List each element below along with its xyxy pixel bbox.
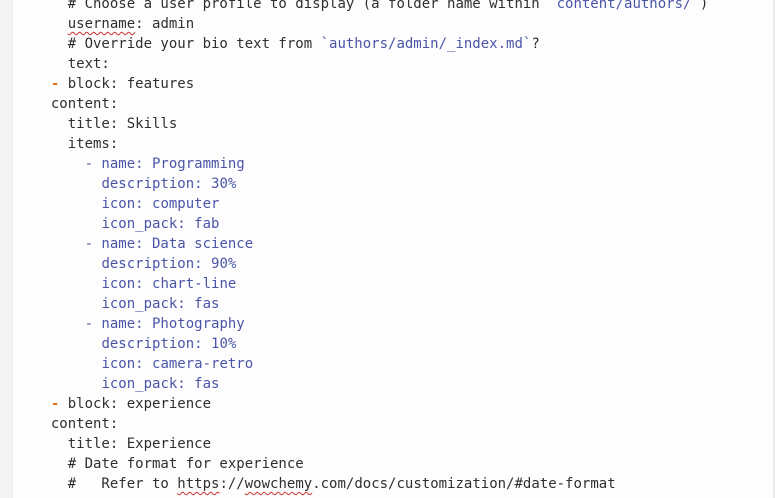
code-token: : admin xyxy=(135,16,195,32)
code-token: block: experience xyxy=(67,396,212,412)
misspelled-word: wowchemy xyxy=(244,476,313,492)
list-dash: - xyxy=(50,396,68,412)
code-line[interactable]: # Refer to https://wowchemy.com/docs/cus… xyxy=(0,474,775,494)
code-token: title: Experience xyxy=(67,436,212,452)
code-line[interactable]: title: Experience xyxy=(0,434,775,454)
code-line[interactable]: title: Skills xyxy=(0,114,775,134)
code-token: icon: camera-retro xyxy=(101,356,254,372)
code-line[interactable]: icon: chart-line xyxy=(0,274,775,294)
code-token: block: features xyxy=(67,76,195,92)
code-line[interactable]: icon: computer xyxy=(0,194,775,214)
code-token: description: 10% xyxy=(101,336,237,352)
code-token: items: xyxy=(67,136,119,152)
misspelled-word: username xyxy=(67,16,136,32)
code-token: icon: computer xyxy=(101,196,220,212)
code-token: icon_pack: fab xyxy=(101,216,220,232)
code-token: icon_pack: fas xyxy=(101,376,220,392)
code-token: :// xyxy=(219,476,245,492)
code-token: # Choose a user profile to display (a fo… xyxy=(67,0,549,12)
code-line[interactable]: - name: Photography xyxy=(0,314,775,334)
code-token: title: Skills xyxy=(67,116,178,132)
code-line[interactable]: items: xyxy=(0,134,775,154)
code-line[interactable]: icon_pack: fab xyxy=(0,214,775,234)
code-token: icon: chart-line xyxy=(101,276,237,292)
editor-text-area[interactable]: # Choose a user profile to display (a fo… xyxy=(0,0,775,494)
code-line[interactable]: - block: experience xyxy=(0,394,775,414)
code-line[interactable]: # Choose a user profile to display (a fo… xyxy=(0,0,775,14)
code-token: .com/docs/customization/#date-format xyxy=(312,476,616,492)
code-token: - name: Programming xyxy=(84,156,245,172)
code-line[interactable]: - name: Data science xyxy=(0,234,775,254)
list-dash: - xyxy=(50,76,68,92)
code-token: # Override your bio text from xyxy=(67,36,321,52)
code-line[interactable]: content: xyxy=(0,414,775,434)
code-line[interactable]: icon: camera-retro xyxy=(0,354,775,374)
code-token: content: xyxy=(50,416,119,432)
code-token: text: xyxy=(67,56,110,72)
code-line[interactable]: description: 30% xyxy=(0,174,775,194)
code-line[interactable]: # Override your bio text from `authors/a… xyxy=(0,34,775,54)
code-token: icon_pack: fas xyxy=(101,296,220,312)
code-line[interactable]: icon_pack: fas xyxy=(0,374,775,394)
misspelled-word: https xyxy=(177,476,220,492)
code-line[interactable]: content: xyxy=(0,94,775,114)
code-line[interactable]: - name: Programming xyxy=(0,154,775,174)
code-token: ? xyxy=(531,36,540,52)
code-token: ) xyxy=(699,0,709,12)
code-token: `content/authors/` xyxy=(548,0,700,12)
code-line[interactable]: text: xyxy=(0,54,775,74)
code-token: # Refer to xyxy=(67,476,178,492)
code-token: - name: Photography xyxy=(84,316,245,332)
code-line[interactable]: - block: features xyxy=(0,74,775,94)
code-line[interactable]: username: admin xyxy=(0,14,775,34)
code-token: `authors/admin/_index.md` xyxy=(320,36,532,52)
code-token: content: xyxy=(50,96,119,112)
code-line[interactable]: description: 90% xyxy=(0,254,775,274)
code-token: description: 30% xyxy=(101,176,237,192)
code-line[interactable]: description: 10% xyxy=(0,334,775,354)
code-token: description: 90% xyxy=(101,256,237,272)
code-line[interactable]: # Date format for experience xyxy=(0,454,775,474)
code-line[interactable]: icon_pack: fas xyxy=(0,294,775,314)
text-editor[interactable]: # Choose a user profile to display (a fo… xyxy=(0,0,775,498)
code-token: # Date format for experience xyxy=(67,456,304,472)
code-token: - name: Data science xyxy=(84,236,254,252)
